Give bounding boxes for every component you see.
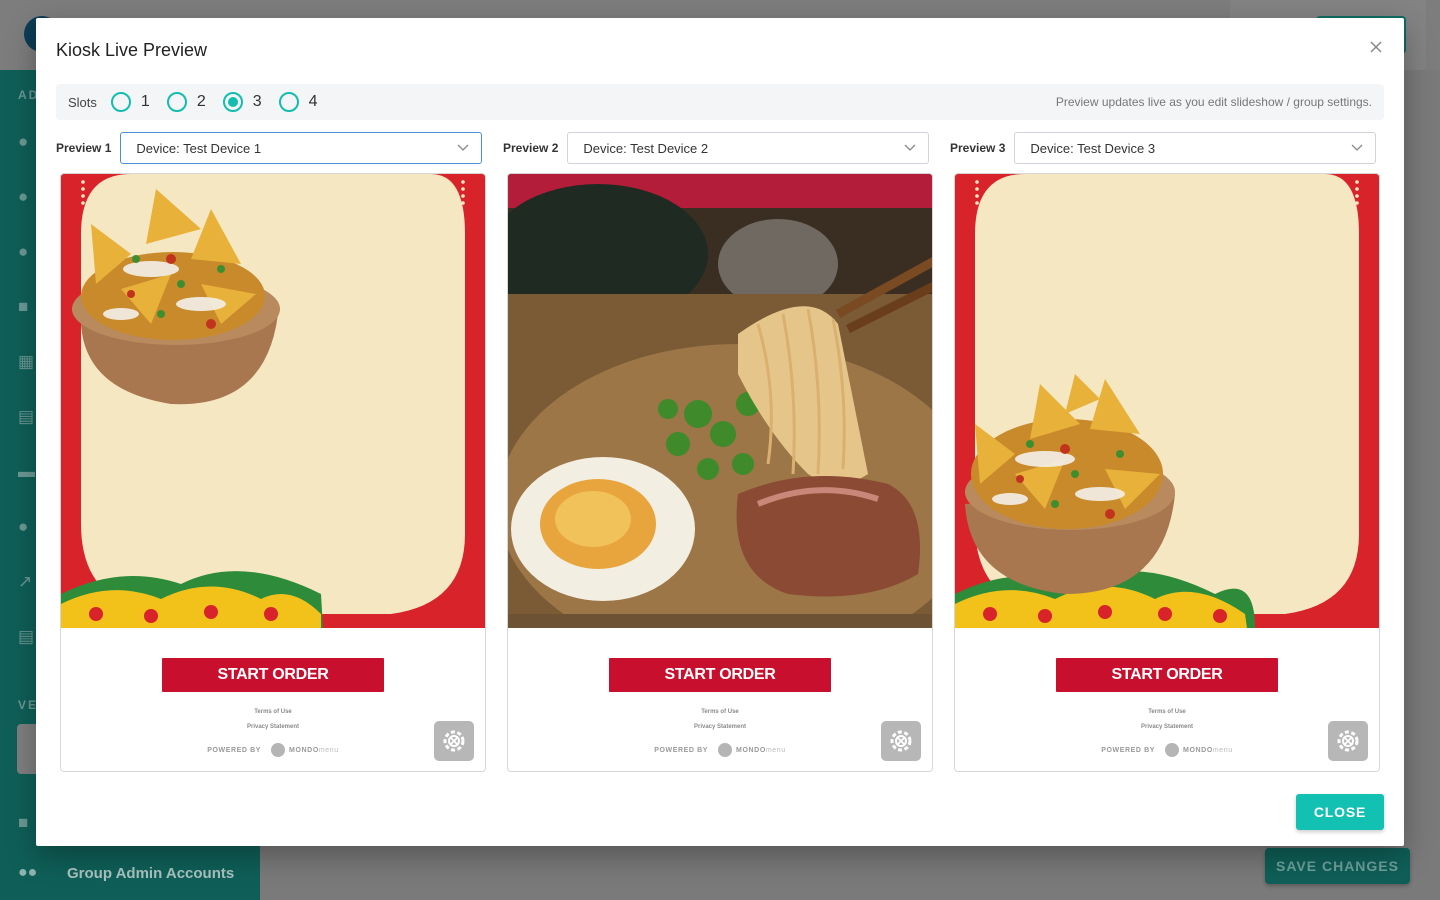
close-icon[interactable]	[1366, 38, 1386, 58]
brand-light: menu	[1212, 746, 1233, 754]
kiosk-preview-screen: START ORDER Terms of Use Privacy Stateme…	[954, 173, 1380, 772]
powered-by-label: POWERED BY	[207, 746, 262, 754]
preview-label: Preview 1	[56, 141, 112, 155]
terms-of-use-link[interactable]: Terms of Use	[955, 709, 1379, 715]
preview-label: Preview 2	[503, 141, 559, 155]
brand-bold: MONDO	[1183, 746, 1213, 754]
kiosk-live-preview-dialog: Kiosk Live Preview Slots 1 2 3 4 Preview…	[36, 18, 1404, 846]
chevron-down-icon	[457, 144, 469, 151]
terms-of-use-link[interactable]: Terms of Use	[508, 709, 932, 715]
close-button[interactable]: CLOSE	[1296, 794, 1384, 830]
settings-gear-icon[interactable]	[1328, 721, 1368, 761]
device-select[interactable]: Device: Test Device 2	[567, 132, 929, 164]
brand-light: menu	[765, 746, 786, 754]
mondomenu-logo-icon	[1165, 743, 1180, 757]
powered-by-label: POWERED BY	[1101, 746, 1156, 754]
preview-label: Preview 3	[950, 141, 1006, 155]
privacy-statement-link[interactable]: Privacy Statement	[508, 724, 932, 730]
radio-checked-icon	[222, 92, 243, 112]
radio-icon	[166, 92, 187, 112]
brand-bold: MONDO	[289, 746, 319, 754]
sidebar-section-venue: VE	[18, 698, 39, 712]
slot-radio-3[interactable]: 3	[222, 92, 262, 112]
preview-column-3: Preview 3 Device: Test Device 3 START OR…	[950, 132, 1380, 772]
powered-by: POWERED BY MONDOmenu	[955, 743, 1379, 757]
slots-label: Slots	[68, 94, 97, 110]
slot-radio-label: 4	[308, 93, 318, 110]
device-select-value: Device: Test Device 3	[1030, 140, 1156, 156]
chevron-down-icon	[1351, 144, 1363, 151]
start-order-button[interactable]: START ORDER	[1056, 658, 1278, 692]
dialog-title: Kiosk Live Preview	[56, 40, 208, 60]
terms-of-use-link[interactable]: Terms of Use	[61, 709, 485, 715]
device-select[interactable]: Device: Test Device 3	[1014, 132, 1376, 164]
nachos-bowl-center-left	[955, 174, 1379, 628]
kiosk-footer: START ORDER Terms of Use Privacy Stateme…	[955, 628, 1379, 771]
privacy-statement-link[interactable]: Privacy Statement	[955, 724, 1379, 730]
brand-bold: MONDO	[736, 746, 766, 754]
slot-radio-label: 2	[196, 93, 206, 110]
slot-radio-4[interactable]: 4	[278, 92, 318, 112]
slot-radio-label: 3	[252, 93, 262, 110]
kiosk-preview-screen: START ORDER Terms of Use Privacy Stateme…	[507, 173, 933, 772]
slots-bar: Slots 1 2 3 4 Preview updates live as yo…	[56, 84, 1384, 120]
kiosk-footer: START ORDER Terms of Use Privacy Stateme…	[61, 628, 485, 771]
powered-by-label: POWERED BY	[654, 746, 709, 754]
radio-icon	[110, 92, 131, 112]
start-order-button[interactable]: START ORDER	[609, 658, 831, 692]
sidebar-item-label: Group Admin Accounts	[67, 864, 235, 882]
ramen-bowl-photo	[508, 174, 932, 628]
radio-icon	[278, 92, 299, 112]
brand-light: menu	[318, 746, 339, 754]
chevron-down-icon	[904, 144, 916, 151]
nachos-bowl-top-left	[61, 174, 485, 628]
slot-radio-1[interactable]: 1	[110, 92, 150, 112]
kiosk-footer: START ORDER Terms of Use Privacy Stateme…	[508, 628, 932, 771]
device-select-value: Device: Test Device 1	[136, 140, 262, 156]
device-select[interactable]: Device: Test Device 1	[120, 132, 482, 164]
device-select-value: Device: Test Device 2	[583, 140, 709, 156]
slot-radio-label: 1	[140, 93, 150, 110]
save-changes-button[interactable]: SAVE CHANGES	[1265, 848, 1410, 884]
settings-gear-icon[interactable]	[881, 721, 921, 761]
slot-radio-2[interactable]: 2	[166, 92, 206, 112]
powered-by: POWERED BY MONDOmenu	[61, 743, 485, 757]
mondomenu-logo-icon	[271, 743, 286, 757]
users-icon: ●●	[18, 864, 38, 881]
privacy-statement-link[interactable]: Privacy Statement	[61, 724, 485, 730]
start-order-button[interactable]: START ORDER	[162, 658, 384, 692]
preview-column-1: Preview 1 Device: Test Device 1 START OR…	[56, 132, 486, 772]
sidebar-item-group-admin-accounts[interactable]: ●● Group Admin Accounts	[0, 846, 260, 900]
powered-by: POWERED BY MONDOmenu	[508, 743, 932, 757]
preview-column-2: Preview 2 Device: Test Device 2 START OR…	[503, 132, 933, 772]
settings-gear-icon[interactable]	[434, 721, 474, 761]
mondomenu-logo-icon	[718, 743, 733, 757]
slots-hint: Preview updates live as you edit slidesh…	[1055, 95, 1372, 109]
kiosk-preview-screen: START ORDER Terms of Use Privacy Stateme…	[60, 173, 486, 772]
